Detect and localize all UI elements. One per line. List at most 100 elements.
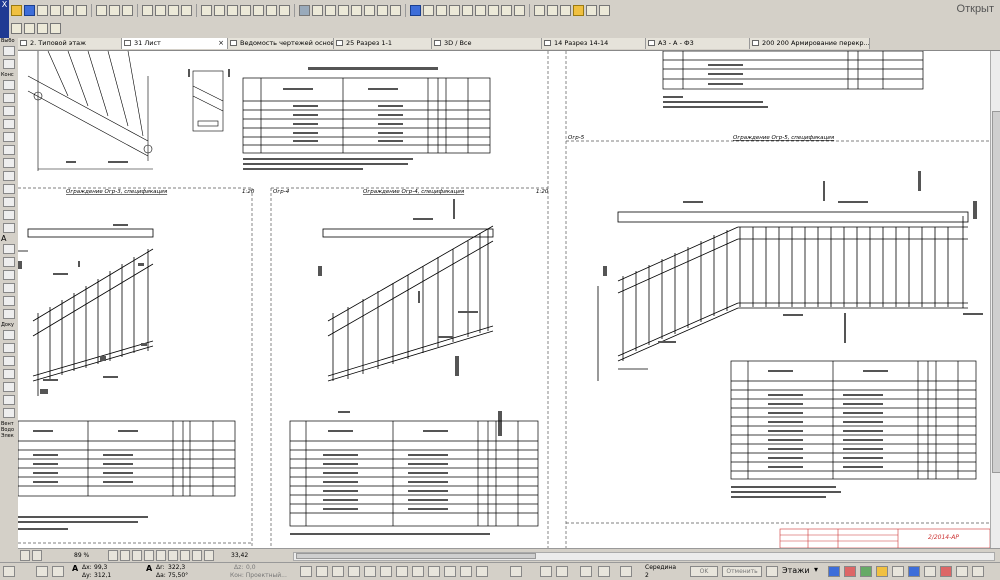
teamwork-icon[interactable] bbox=[940, 566, 952, 577]
worksheet-icon[interactable] bbox=[266, 5, 277, 16]
library-icon[interactable] bbox=[462, 5, 473, 16]
tab-section-14-14[interactable]: 14 Разрез 14-14 bbox=[542, 38, 646, 49]
render-icon[interactable] bbox=[423, 5, 434, 16]
horizontal-scrollbar[interactable] bbox=[293, 552, 995, 561]
report-icon[interactable] bbox=[436, 5, 447, 16]
stair-tool-icon[interactable] bbox=[3, 132, 15, 142]
redo-icon[interactable] bbox=[76, 5, 87, 16]
relative-construction-icon[interactable] bbox=[52, 566, 64, 577]
horizontal-scroll-thumb[interactable] bbox=[296, 553, 536, 559]
snap-point-icon[interactable] bbox=[556, 566, 568, 577]
pan-icon[interactable] bbox=[180, 550, 190, 561]
bim-icon[interactable] bbox=[410, 5, 421, 16]
arrow-tool-icon[interactable] bbox=[3, 46, 15, 56]
line-type-icon[interactable] bbox=[586, 5, 597, 16]
dimension-icon[interactable] bbox=[428, 566, 440, 577]
save-icon[interactable] bbox=[24, 5, 35, 16]
model-icon[interactable] bbox=[892, 566, 904, 577]
rotate-view-icon[interactable] bbox=[168, 550, 178, 561]
library-icon[interactable] bbox=[860, 566, 872, 577]
view-map-icon[interactable] bbox=[338, 5, 349, 16]
section-tool-icon[interactable] bbox=[3, 330, 15, 340]
zoom-previous-icon[interactable] bbox=[144, 550, 154, 561]
mesh-tool-icon[interactable] bbox=[3, 223, 15, 233]
window-tool-icon[interactable] bbox=[3, 184, 15, 194]
floors-label[interactable]: Этажи bbox=[782, 566, 810, 575]
snap-icon[interactable] bbox=[155, 5, 166, 16]
scroll-thumb[interactable] bbox=[992, 111, 1000, 473]
view-3d-icon[interactable] bbox=[214, 5, 225, 16]
figure-tool-icon[interactable] bbox=[3, 395, 15, 405]
orbit-icon[interactable] bbox=[192, 550, 202, 561]
grid-icon[interactable] bbox=[142, 5, 153, 16]
ok-button[interactable]: OK bbox=[690, 566, 718, 577]
organizer-icon[interactable] bbox=[844, 566, 856, 577]
magic-wand-icon[interactable] bbox=[122, 5, 133, 16]
compare-icon[interactable] bbox=[547, 5, 558, 16]
zoom-next-icon[interactable] bbox=[156, 550, 166, 561]
grid-snap-icon[interactable] bbox=[348, 566, 360, 577]
tab-typical-floor[interactable]: 2. Типовой этаж bbox=[18, 38, 122, 49]
pet-palette-icon[interactable] bbox=[3, 566, 15, 577]
guide-icon[interactable] bbox=[168, 5, 179, 16]
tab-slab-reinforcement[interactable]: 200 200 Армирование перекр... bbox=[750, 38, 870, 49]
list-icon[interactable] bbox=[501, 5, 512, 16]
settings-icon[interactable] bbox=[972, 566, 984, 577]
marquee-tool-icon[interactable] bbox=[3, 59, 15, 69]
cancel-button[interactable]: Отменить bbox=[722, 566, 762, 577]
circle-tool-icon[interactable] bbox=[3, 309, 15, 319]
door-tool-icon[interactable] bbox=[3, 171, 15, 181]
index-icon[interactable] bbox=[488, 5, 499, 16]
magnifier-icon[interactable] bbox=[598, 566, 610, 577]
organizer-icon[interactable] bbox=[377, 5, 388, 16]
reference-level[interactable]: Кон: Проектный... bbox=[230, 572, 287, 579]
drawing-canvas[interactable]: Ограждение Огр-3, спецификация 1:20 Огр-… bbox=[18, 51, 990, 548]
dz-value[interactable]: 0,0 bbox=[246, 564, 256, 571]
zone-tool-icon[interactable] bbox=[3, 210, 15, 220]
select-icon[interactable] bbox=[510, 566, 522, 577]
schedule-icon[interactable] bbox=[475, 5, 486, 16]
undo-icon[interactable] bbox=[63, 5, 74, 16]
nav-forward-icon[interactable] bbox=[32, 550, 42, 561]
tab-a3[interactable]: А3 - А - Ф3 bbox=[646, 38, 750, 49]
publish-icon[interactable] bbox=[924, 566, 936, 577]
column-tool-icon[interactable] bbox=[3, 93, 15, 103]
guide-line-icon[interactable] bbox=[300, 566, 312, 577]
trace-icon[interactable] bbox=[534, 5, 545, 16]
chevron-down-icon[interactable]: ▾ bbox=[814, 565, 818, 574]
line-tool-icon[interactable] bbox=[3, 270, 15, 280]
partial-structure-icon[interactable] bbox=[476, 566, 488, 577]
orientation-value[interactable]: 33,42 bbox=[231, 552, 248, 559]
wall-tool-icon[interactable] bbox=[3, 80, 15, 90]
zoom-in-icon[interactable] bbox=[580, 566, 592, 577]
layers-icon[interactable] bbox=[181, 5, 192, 16]
cursor-snap-icon[interactable] bbox=[620, 566, 632, 577]
pen-set-icon[interactable] bbox=[380, 566, 392, 577]
shell-tool-icon[interactable] bbox=[3, 158, 15, 168]
zoom-out-icon[interactable] bbox=[120, 550, 130, 561]
dy-value[interactable]: 312,1 bbox=[94, 572, 111, 579]
beam-tool-icon[interactable] bbox=[3, 106, 15, 116]
detail-tool-icon[interactable] bbox=[3, 356, 15, 366]
model-view-icon[interactable] bbox=[396, 566, 408, 577]
tab-sheet-31[interactable]: 31 Лист × bbox=[122, 38, 228, 49]
special-snap-icon[interactable] bbox=[332, 566, 344, 577]
object-tool-icon[interactable] bbox=[3, 197, 15, 207]
layout-book-icon[interactable] bbox=[325, 5, 336, 16]
dx-value[interactable]: 99,3 bbox=[94, 564, 107, 571]
open-label[interactable]: Открыт bbox=[957, 3, 994, 15]
navigator-icon[interactable] bbox=[364, 5, 375, 16]
hotspot-tool-icon[interactable] bbox=[3, 408, 15, 418]
markup-icon[interactable] bbox=[449, 5, 460, 16]
project-map-icon[interactable] bbox=[351, 5, 362, 16]
change-tool-icon[interactable] bbox=[3, 382, 15, 392]
flag-icon[interactable] bbox=[560, 5, 571, 16]
publish-icon[interactable] bbox=[312, 5, 323, 16]
view-settings-icon[interactable] bbox=[204, 550, 214, 561]
tab-section-1-1[interactable]: 25 Разрез 1-1 bbox=[334, 38, 432, 49]
snap-mode-value[interactable]: 2 bbox=[645, 572, 649, 579]
layer-combo-icon[interactable] bbox=[364, 566, 376, 577]
fit-window-icon[interactable] bbox=[132, 550, 142, 561]
zoom-in-icon[interactable] bbox=[108, 550, 118, 561]
layout-icon[interactable] bbox=[908, 566, 920, 577]
